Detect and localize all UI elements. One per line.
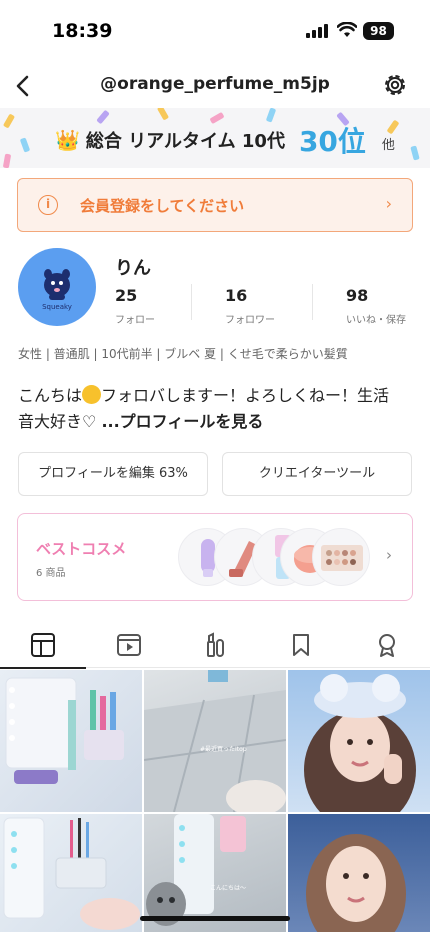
status-time: 18:39 xyxy=(52,20,113,42)
ranking-number: 30位 xyxy=(298,125,366,158)
confetti xyxy=(19,137,31,153)
bio-text: 音大好き♡ xyxy=(18,412,102,431)
confetti xyxy=(2,153,12,168)
post-caption: こんにちは〜 xyxy=(210,885,247,892)
battery-indicator: 98 xyxy=(363,22,394,40)
following-stat[interactable]: 25 フォロー xyxy=(115,286,155,326)
tab-cosmetics[interactable] xyxy=(172,622,258,668)
tab-awards[interactable] xyxy=(344,622,430,668)
gear-icon[interactable] xyxy=(380,70,410,100)
member-registration-text: 会員登録をしてください xyxy=(80,197,245,215)
best-cosme-count: 6 商品 xyxy=(36,568,66,579)
followers-stat[interactable]: 16 フォロワー xyxy=(225,286,275,326)
creator-tools-button[interactable]: クリエイターツール xyxy=(222,452,412,496)
wifi-icon xyxy=(337,22,357,37)
top-nav: @orange_perfume_m5jp xyxy=(0,62,430,108)
chevron-right-icon: › xyxy=(386,546,392,564)
best-cosme-title: ベストコスメ xyxy=(36,540,127,558)
view-profile-link[interactable]: ...プロフィールを見る xyxy=(101,412,263,431)
following-label: フォロー xyxy=(115,315,155,326)
confetti xyxy=(2,113,16,129)
content-tabs xyxy=(0,622,430,669)
post-thumbnail[interactable] xyxy=(0,670,142,812)
status-bar: 18:39 98 xyxy=(0,0,430,62)
info-icon: i xyxy=(38,195,58,215)
following-count: 25 xyxy=(115,286,138,305)
tab-saved[interactable] xyxy=(258,622,344,668)
stat-divider xyxy=(312,284,313,320)
post-thumbnail[interactable] xyxy=(0,814,142,932)
laughing-emoji-icon xyxy=(82,385,102,404)
post-thumbnail[interactable] xyxy=(144,814,286,932)
signal-icon xyxy=(306,24,328,38)
bio-text: こんちは xyxy=(18,386,83,405)
post-thumbnail[interactable] xyxy=(288,670,430,812)
post-thumbnail[interactable] xyxy=(288,814,430,932)
product-thumbnail xyxy=(312,528,370,586)
stat-divider xyxy=(191,284,192,320)
ranking-other-link[interactable]: 他 xyxy=(382,134,395,153)
video-icon xyxy=(117,634,141,656)
ranking-banner[interactable]: 👑 総合 リアルタイム 10代 30位 他 xyxy=(0,108,430,168)
profile-bio[interactable]: こんちは フォロバしますー！よろしくねー！生活 音大好き♡ ...プロフィールを見… xyxy=(18,383,414,435)
home-indicator[interactable] xyxy=(140,916,290,921)
avatar[interactable]: Squeaky xyxy=(18,248,96,326)
page-title: @orange_perfume_m5jp xyxy=(100,74,330,94)
avatar-caption: Squeaky xyxy=(42,303,72,311)
followers-label: フォロワー xyxy=(225,315,275,326)
edit-profile-button[interactable]: プロフィールを編集 63% xyxy=(18,452,208,496)
likes-count: 98 xyxy=(346,286,369,305)
cosmetics-icon xyxy=(207,632,224,657)
post-thumbnail[interactable] xyxy=(144,670,286,812)
bio-text: フォロバしますー！よろしくねー！生活 xyxy=(101,386,390,405)
likes-stat[interactable]: 98 いいね・保存 xyxy=(346,286,406,326)
chevron-right-icon: › xyxy=(385,194,392,213)
confetti xyxy=(156,108,170,121)
likes-label: いいね・保存 xyxy=(346,315,406,326)
profile-tags: 女性 | 普通肌 | 10代前半 | ブルベ 夏 | くせ毛で柔らかい髪質 xyxy=(18,347,348,361)
profile-name: りん xyxy=(115,258,151,279)
best-cosme-card[interactable]: ベストコスメ 6 商品 › xyxy=(17,513,413,601)
avatar-mascot-icon xyxy=(44,269,70,300)
member-registration-banner[interactable]: i 会員登録をしてください › xyxy=(17,178,413,232)
followers-count: 16 xyxy=(225,286,248,305)
tab-videos[interactable] xyxy=(86,622,172,668)
crown-icon: 👑 xyxy=(55,128,80,152)
post-caption: #最近買ったItop xyxy=(200,746,247,753)
confetti xyxy=(410,145,420,161)
grid-icon xyxy=(31,633,55,657)
tab-posts-grid[interactable] xyxy=(0,622,86,669)
bookmark-icon xyxy=(293,634,309,656)
posts-grid xyxy=(0,670,430,932)
ranking-label: 総合 リアルタイム 10代 xyxy=(85,131,285,152)
award-icon xyxy=(379,634,395,657)
